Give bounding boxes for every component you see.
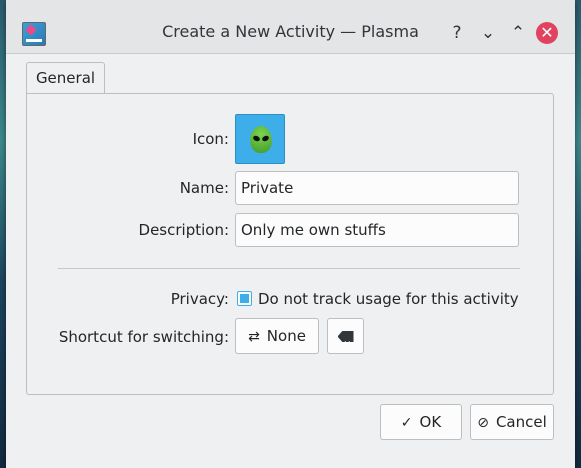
privacy-label: Privacy: <box>170 290 229 308</box>
cancel-label: Cancel <box>495 413 547 431</box>
maximize-button[interactable]: ⌃ <box>506 21 530 45</box>
backspace-clear-icon <box>337 331 354 342</box>
alien-eye-right <box>261 134 270 143</box>
privacy-checkbox-label[interactable]: Do not track usage for this activity <box>258 288 519 310</box>
cancel-icon: ⊘ <box>477 415 489 431</box>
close-button[interactable]: ✕ <box>536 22 558 44</box>
name-field[interactable] <box>235 171 519 205</box>
alien-eye-left <box>252 134 261 143</box>
shortcut-button[interactable]: ⇄ None <box>235 318 319 354</box>
tab-general[interactable]: General <box>26 62 105 94</box>
ok-label: OK <box>419 413 442 431</box>
ok-button[interactable]: ✓ OK <box>380 404 462 440</box>
clear-shortcut-button[interactable] <box>327 318 364 354</box>
minimize-button[interactable]: ⌄ <box>476 21 500 45</box>
dialog-window: Create a New Activity — Plasma ? ⌄ ⌃ ✕ G… <box>6 0 575 468</box>
checkmark-icon: ✓ <box>400 415 413 431</box>
cancel-button[interactable]: ⊘ Cancel <box>470 404 554 440</box>
description-field[interactable] <box>235 213 519 247</box>
icon-picker-button[interactable] <box>235 114 285 164</box>
alien-icon <box>250 126 272 153</box>
titlebar: Create a New Activity — Plasma ? ⌄ ⌃ ✕ <box>6 0 575 54</box>
shortcut-value: None <box>266 327 306 345</box>
configure-shortcuts-icon: ⇄ <box>248 329 260 345</box>
description-label: Description: <box>138 221 229 239</box>
shortcut-label: Shortcut for switching: <box>58 328 229 346</box>
help-button[interactable]: ? <box>445 21 469 45</box>
privacy-checkbox[interactable] <box>237 291 252 306</box>
name-label: Name: <box>179 179 229 197</box>
separator <box>58 268 520 269</box>
icon-label: Icon: <box>192 130 229 148</box>
